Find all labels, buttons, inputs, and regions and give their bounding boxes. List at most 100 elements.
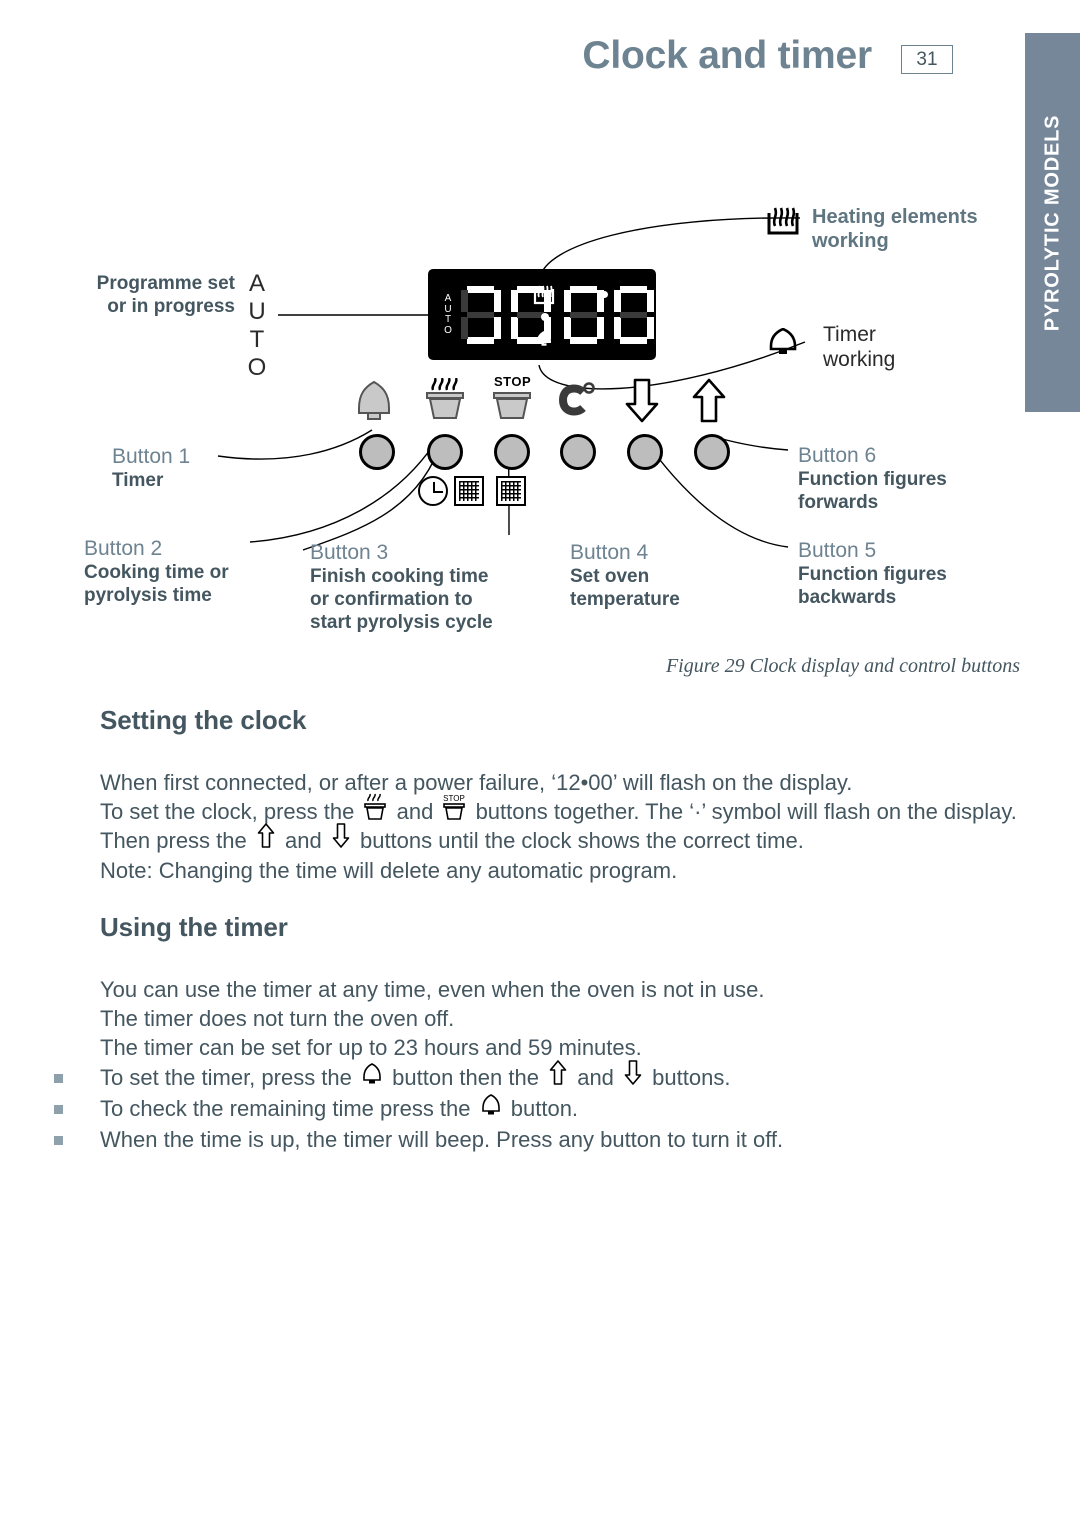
bullet-marker — [54, 1136, 63, 1146]
using-timer-bullets: To set the timer, press the button then … — [54, 1060, 1020, 1155]
arrow-up-icon — [548, 1060, 568, 1093]
mini-icons-button3 — [496, 476, 526, 506]
callout-timer-working: Timer working — [823, 322, 973, 372]
icon-cell-figures-backwards — [622, 378, 678, 426]
celsius-degree-icon — [558, 382, 595, 416]
control-button-5[interactable] — [627, 434, 667, 474]
control-button-6[interactable] — [694, 434, 734, 474]
callout-button-2-title: Button 2 — [84, 537, 163, 560]
seven-segment-digit — [564, 286, 604, 344]
callout-button-5: Button 5 Function figures backwards — [798, 538, 947, 609]
list-item: To set the timer, press the button then … — [54, 1060, 1020, 1093]
bullet-marker — [54, 1074, 63, 1083]
callout-button-6-title: Button 6 — [798, 444, 877, 467]
using-timer-bullet-2b: button. — [510, 1096, 579, 1122]
callout-heating-elements: Heating elements working — [812, 205, 1002, 253]
setting-clock-line-3b: and — [285, 828, 322, 854]
setting-clock-line-3c: buttons until the clock shows the correc… — [359, 828, 804, 854]
grid-icon — [454, 476, 484, 506]
callout-button-6: Button 6 Function figures forwards — [798, 443, 947, 514]
page-number: 31 — [901, 45, 953, 74]
setting-clock-line-2b: and — [396, 799, 434, 824]
section-using-the-timer: Using the timer You can use the timer at… — [54, 912, 1020, 1155]
control-button-3[interactable] — [494, 434, 534, 474]
callout-programme-set: Programme set or in progress — [85, 272, 235, 318]
arrow-down-icon — [625, 378, 659, 423]
callout-button-6-sub: Function figures forwards — [798, 469, 947, 513]
lcd-auto-indicator: AUTO — [444, 293, 452, 336]
side-tab-label: PYROLYTIC MODELS — [1041, 114, 1063, 331]
pot-stop-icon — [493, 392, 531, 419]
setting-clock-line-4: Note: Changing the time will delete any … — [100, 858, 678, 884]
svg-text:STOP: STOP — [444, 794, 466, 803]
using-timer-bullet-3: When the time is up, the timer will beep… — [100, 1127, 784, 1153]
callout-button-5-sub: Function figures backwards — [798, 564, 947, 608]
bullet-marker — [54, 1105, 63, 1115]
using-timer-bullet-1d: buttons. — [652, 1065, 731, 1090]
heating-element-icon — [533, 285, 555, 305]
control-icons-row: STOP — [0, 374, 1040, 426]
clock-icon — [418, 476, 448, 506]
bell-icon — [480, 1094, 502, 1122]
section-title-using-the-timer: Using the timer — [100, 912, 288, 942]
control-button-1[interactable] — [359, 434, 399, 474]
using-timer-bullet-1a: To set the timer, press the — [100, 1065, 352, 1090]
arrow-down-icon — [623, 1060, 643, 1093]
using-timer-line-1: You can use the timer at any time, even … — [100, 977, 765, 1002]
setting-clock-line-2c: buttons together. The ‘·’ symbol will fl… — [475, 799, 1017, 824]
callout-button-2-sub: Cooking time or pyrolysis time — [84, 562, 229, 606]
callout-programme-set-text: Programme set or in progress — [96, 273, 235, 317]
lcd-digits-minutes — [564, 286, 655, 344]
setting-clock-line-3: Then press the and buttons until the clo… — [100, 823, 1020, 856]
page-title: Clock and timer — [582, 34, 872, 77]
callout-button-1-title: Button 1 — [112, 445, 191, 468]
using-timer-bullet-1b: button then the — [392, 1065, 539, 1090]
callout-button-4: Button 4 Set oven temperature — [570, 540, 680, 611]
page-header: Clock and timer 31 — [0, 0, 1080, 110]
setting-clock-line-1: When first connected, or after a power f… — [100, 770, 853, 795]
callout-heating-elements-text: Heating elements working — [812, 206, 978, 252]
pot-with-steam-icon — [362, 793, 388, 826]
control-button-2[interactable] — [427, 434, 467, 474]
icon-cell-finish-cooking-time: STOP — [488, 374, 544, 426]
pot-stop-icon: STOP — [441, 794, 467, 826]
callout-button-4-title: Button 4 — [570, 541, 649, 564]
callout-button-2: Button 2 Cooking time or pyrolysis time — [84, 536, 229, 607]
using-timer-line-3: The timer can be set for up to 23 hours … — [100, 1035, 642, 1060]
arrow-up-icon — [256, 823, 276, 856]
figure-clock-display: AUTO AUTO Programme set or in progress H… — [0, 150, 1040, 695]
icon-cell-figures-forwards — [689, 378, 745, 426]
auto-stack-label: AUTO — [247, 270, 267, 381]
bell-icon — [361, 1063, 383, 1091]
grid-icon — [496, 476, 526, 506]
using-timer-bullet-1c: and — [577, 1065, 614, 1090]
list-item: When the time is up, the timer will beep… — [54, 1124, 1020, 1155]
icon-cell-timer — [352, 378, 408, 426]
callout-button-1: Button 1 Timer — [112, 444, 190, 492]
bell-icon — [358, 380, 390, 420]
setting-clock-line-2a: To set the clock, press the — [100, 799, 355, 824]
bell-icon — [537, 331, 551, 346]
seven-segment-digit — [461, 286, 501, 344]
pot-with-steam-icon — [426, 377, 464, 419]
callout-button-1-sub: Timer — [112, 470, 164, 491]
icon-cell-cooking-time — [421, 377, 477, 426]
callout-button-3: Button 3 Finish cooking time or confirmat… — [310, 540, 493, 634]
control-button-4[interactable] — [560, 434, 600, 474]
callout-button-3-title: Button 3 — [310, 541, 389, 564]
using-timer-bullet-2a: To check the remaining time press the — [100, 1096, 471, 1122]
lcd-display: AUTO — [428, 269, 656, 360]
using-timer-line-2: The timer does not turn the oven off. — [100, 1006, 455, 1031]
stop-label: STOP — [494, 374, 532, 389]
heating-element-icon — [767, 207, 799, 235]
callout-button-3-sub: Finish cooking time or confirmation to sta… — [310, 566, 493, 633]
setting-clock-line-2: To set the clock, press the and STOP but… — [100, 793, 1020, 826]
seven-segment-digit — [614, 286, 655, 344]
mini-icons-button2 — [418, 476, 484, 506]
setting-clock-line-3a: Then press the — [100, 828, 247, 854]
callout-button-4-sub: Set oven temperature — [570, 566, 680, 610]
callout-timer-working-text: Timer working — [823, 323, 896, 371]
lcd-colon-dot — [541, 313, 549, 321]
figure-caption: Figure 29 Clock display and control butt… — [665, 655, 1020, 677]
icon-cell-set-temperature — [553, 378, 609, 426]
